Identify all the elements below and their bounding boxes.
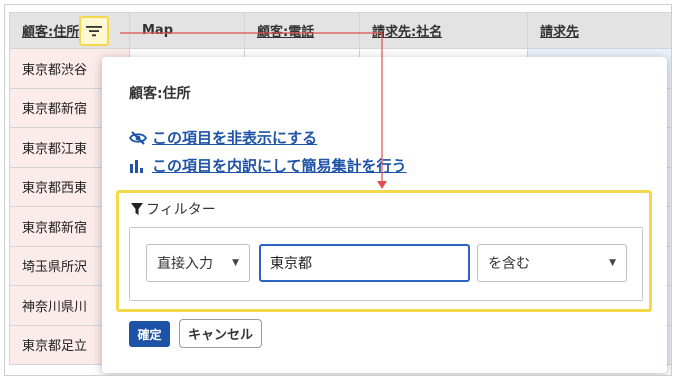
- bar-chart-icon: [129, 158, 147, 174]
- column-header-map[interactable]: Map: [129, 12, 245, 49]
- filter-condition-select[interactable]: を含む ▼: [477, 244, 627, 282]
- caret-down-icon: ▼: [232, 258, 239, 268]
- app-frame: 顧客:住所 Map 顧客:電話 請求先:社名 請求先 東京都渋谷 東京都新宿 東…: [4, 4, 672, 376]
- filter-mode-value: 直接入力: [157, 256, 213, 272]
- column-menu-popup: 顧客:住所 この項目を非表示にする この項目を内訳にして簡易集計を行う フィルタ…: [102, 57, 667, 373]
- filter-heading: フィルター: [131, 199, 216, 219]
- column-header-label: 請求先: [540, 25, 580, 40]
- caret-down-icon: ▼: [609, 258, 616, 268]
- table-header-row: 顧客:住所 Map 顧客:電話 請求先:社名 請求先: [9, 12, 671, 49]
- popup-title: 顧客:住所: [129, 86, 191, 102]
- column-header-label: 顧客:電話: [257, 25, 315, 40]
- column-header-label: Map: [142, 23, 174, 38]
- filter-controls: 直接入力 ▼ を含む ▼: [129, 227, 643, 301]
- column-header-address[interactable]: 顧客:住所: [9, 12, 130, 49]
- hide-column-link[interactable]: この項目を非表示にする: [129, 127, 317, 148]
- hide-column-label: この項目を非表示にする: [152, 129, 318, 147]
- column-filter-button[interactable]: [79, 15, 110, 46]
- eye-slash-icon: [129, 130, 147, 146]
- filter-section: フィルター 直接入力 ▼ を含む ▼: [116, 190, 652, 312]
- funnel-icon: [131, 203, 143, 215]
- cancel-button[interactable]: キャンセル: [179, 319, 262, 348]
- column-header-billing[interactable]: 請求先: [527, 12, 671, 49]
- filter-heading-label: フィルター: [146, 202, 216, 218]
- breakdown-label: この項目を内訳にして簡易集計を行う: [152, 157, 407, 175]
- filter-mode-select[interactable]: 直接入力 ▼: [146, 244, 250, 282]
- confirm-button[interactable]: 確定: [129, 321, 170, 347]
- filter-value-input[interactable]: [259, 244, 470, 282]
- filter-lines-icon: [86, 25, 103, 36]
- column-header-label: 顧客:住所: [22, 25, 80, 40]
- filter-condition-value: を含む: [488, 256, 530, 272]
- breakdown-link[interactable]: この項目を内訳にして簡易集計を行う: [129, 155, 407, 176]
- column-header-label: 請求先:社名: [372, 25, 443, 40]
- column-header-phone[interactable]: 顧客:電話: [244, 12, 360, 49]
- column-header-billing-company[interactable]: 請求先:社名: [359, 12, 528, 49]
